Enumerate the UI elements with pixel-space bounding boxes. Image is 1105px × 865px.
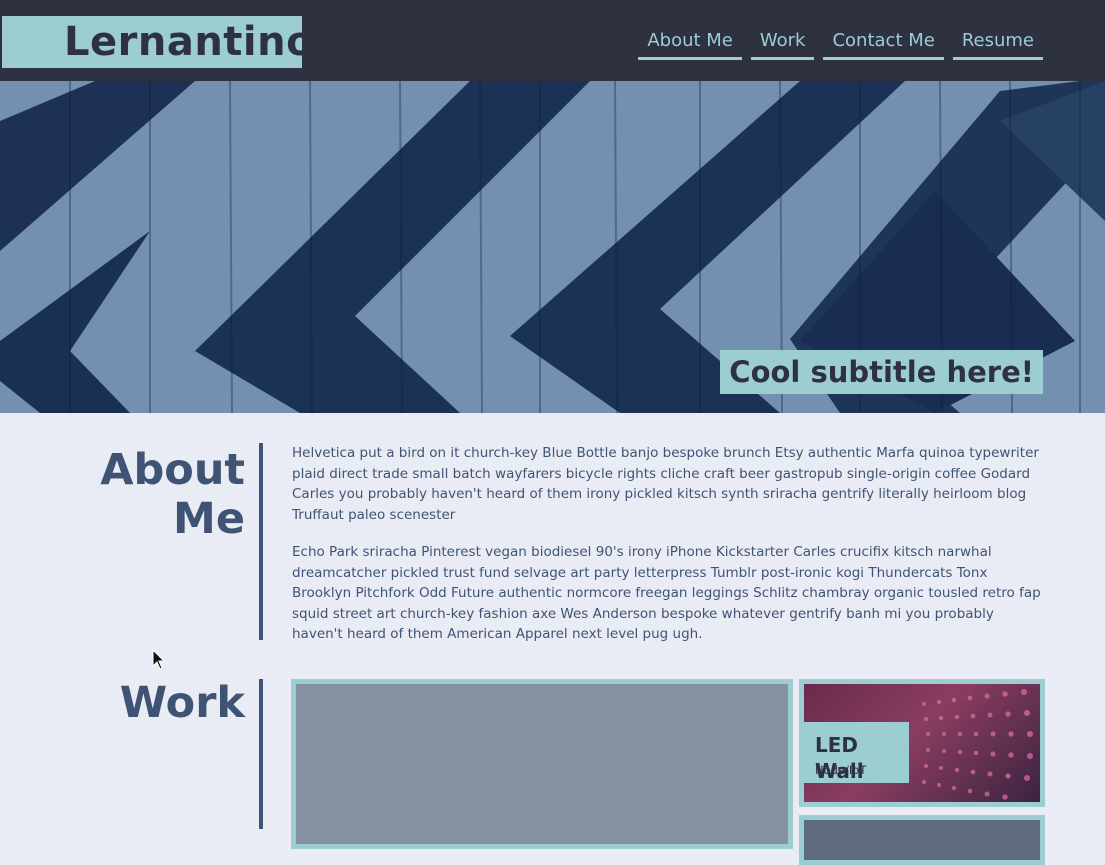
nav-about-me[interactable]: About Me xyxy=(638,28,742,60)
nav-resume[interactable]: Resume xyxy=(952,28,1043,60)
work-featured-project[interactable] xyxy=(291,679,793,849)
site-header: Lernantino About Me Work Contact Me Resu… xyxy=(0,0,1105,81)
about-divider xyxy=(259,443,263,640)
main-nav: About Me Work Contact Me Resume xyxy=(638,28,1043,60)
work-card-led-wall[interactable]: LED Wall Node/IoT xyxy=(799,679,1045,807)
about-heading: About Me xyxy=(45,446,245,544)
hero-banner: Cool subtitle here! xyxy=(0,81,1105,413)
hero-subtitle: Cool subtitle here! xyxy=(720,350,1043,394)
about-heading-line1: About xyxy=(100,445,245,495)
work-card-label: LED Wall Node/IoT xyxy=(804,722,909,783)
work-card-second[interactable] xyxy=(799,815,1045,865)
about-paragraph: Helvetica put a bird on it church-key Bl… xyxy=(292,445,1039,523)
about-text: Helvetica put a bird on it church-key Bl… xyxy=(292,443,1044,662)
mouse-pointer-icon xyxy=(152,649,166,670)
site-logo[interactable]: Lernantino xyxy=(2,16,314,68)
work-divider xyxy=(259,679,263,829)
about-paragraph: Echo Park sriracha Pinterest vegan biodi… xyxy=(292,544,1041,642)
nav-contact-me[interactable]: Contact Me xyxy=(823,28,944,60)
work-card-subtitle: Node/IoT xyxy=(815,763,867,777)
about-heading-line2: Me xyxy=(173,494,245,544)
work-heading: Work xyxy=(119,678,245,728)
nav-work[interactable]: Work xyxy=(750,28,815,60)
